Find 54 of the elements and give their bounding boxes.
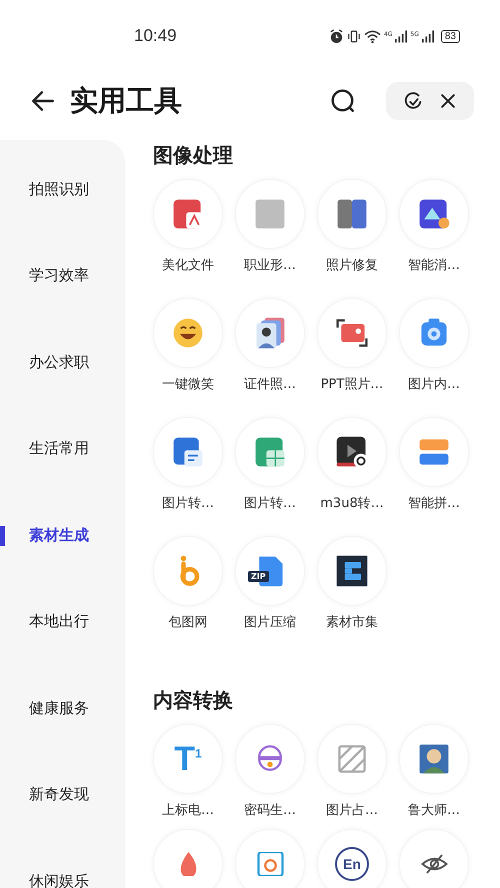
- tool-label: 上标电…: [162, 802, 214, 819]
- tool-label: 图片转…: [244, 495, 296, 512]
- vibrate-icon: [346, 28, 361, 44]
- tool-label: 职业形…: [244, 257, 296, 274]
- tool-button[interactable]: [399, 829, 469, 888]
- wifi-icon: [364, 28, 381, 44]
- tool-label: 一键微笑: [162, 376, 214, 393]
- tool-label: 照片修复: [326, 257, 378, 274]
- category-tab[interactable]: 健康服务: [0, 693, 125, 780]
- search-icon: [330, 88, 356, 114]
- alarm-icon: [328, 28, 344, 44]
- tool-label: 包图网: [168, 614, 208, 631]
- close-icon: [438, 91, 458, 111]
- tool-label: 图片转…: [162, 495, 214, 512]
- refresh-check-button[interactable]: [402, 90, 424, 112]
- tool-label: 图片压缩: [244, 614, 296, 631]
- frame-icon: [256, 852, 284, 876]
- refresh-check-icon: [402, 90, 424, 112]
- tool-button[interactable]: ZIP: [235, 536, 305, 606]
- tool-glyph: En: [335, 847, 369, 881]
- tool-label: 证件照…: [244, 376, 296, 393]
- clock-time: 10:49: [134, 26, 177, 46]
- category-tab[interactable]: 休闲娱乐: [0, 866, 125, 888]
- tool-button[interactable]: En: [317, 829, 387, 888]
- file-type-tag: ZIP: [248, 571, 269, 582]
- section-heading: 图像处理: [153, 142, 234, 169]
- back-arrow-icon: [30, 88, 56, 114]
- tool-label: 图片占…: [326, 802, 378, 819]
- blocks-logo-icon: [334, 553, 370, 589]
- tool-label: 密码生…: [244, 802, 296, 819]
- category-tab[interactable]: 拍照识别: [0, 174, 125, 260]
- signal-icon: [395, 30, 408, 42]
- selected-indicator: [0, 526, 5, 546]
- tool-glyph: T$^{1}$: [174, 740, 202, 778]
- category-tab[interactable]: 本地出行: [0, 606, 125, 693]
- signal-icon: [422, 30, 434, 42]
- tool-label: 美化文件: [162, 257, 214, 274]
- tool-label: 图片内…: [408, 376, 460, 393]
- tool-label: 智能拼…: [408, 495, 460, 512]
- section-heading: 内容转换: [153, 687, 234, 714]
- tool-label: m3u8转…: [320, 495, 384, 512]
- category-tab[interactable]: 学习效率: [0, 260, 125, 347]
- tool-label: PPT照片…: [320, 376, 384, 393]
- close-button[interactable]: [438, 91, 458, 111]
- hidden-eye-icon: [420, 852, 448, 876]
- category-tab[interactable]: 办公求职: [0, 347, 125, 434]
- battery-indicator: 83: [440, 30, 460, 42]
- category-tab[interactable]: 新奇发现: [0, 780, 125, 866]
- tool-label: 素材市集: [326, 614, 378, 631]
- tool-label: 智能消…: [408, 257, 460, 274]
- category-tab[interactable]: 素材生成: [0, 520, 125, 606]
- page-title: 实用工具: [70, 83, 183, 119]
- tool-label: 鲁大师…: [408, 802, 460, 819]
- category-tab[interactable]: 生活常用: [0, 434, 125, 520]
